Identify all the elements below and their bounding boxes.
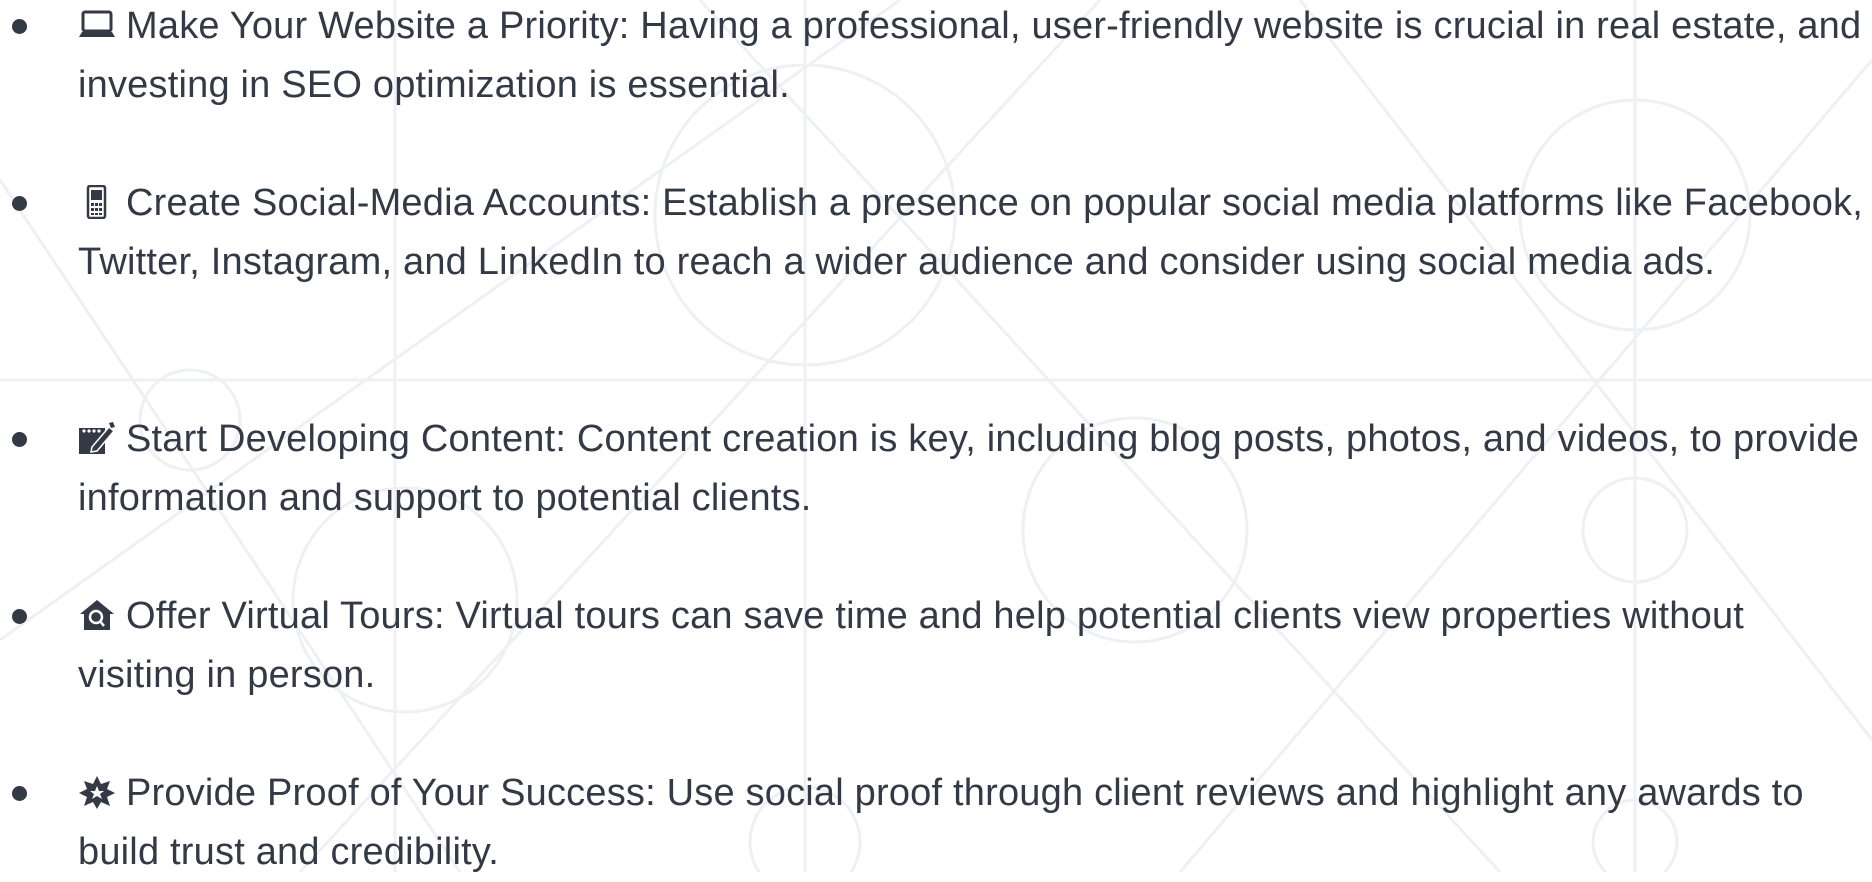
list-item-text: Make Your Website a Priority: Having a p… bbox=[78, 0, 1866, 115]
star-badge-icon bbox=[78, 775, 116, 809]
list-item-text: Provide Proof of Your Success: Use socia… bbox=[78, 764, 1866, 882]
laptop-icon bbox=[78, 8, 116, 42]
house-search-icon bbox=[78, 598, 116, 632]
tip-text: Offer Virtual Tours: Virtual tours can s… bbox=[78, 595, 1745, 696]
list-item-text: Offer Virtual Tours: Virtual tours can s… bbox=[78, 587, 1866, 705]
bullet-point bbox=[12, 786, 27, 801]
memo-pencil-icon bbox=[78, 421, 116, 455]
tip-text: Make Your Website a Priority: Having a p… bbox=[78, 5, 1862, 106]
tip-text: Start Developing Content: Content creati… bbox=[78, 418, 1860, 519]
tips-content: Make Your Website a Priority: Having a p… bbox=[0, 0, 1872, 873]
bullet-point bbox=[12, 432, 27, 447]
bullet-point bbox=[12, 196, 27, 211]
mobile-phone-icon bbox=[78, 185, 116, 219]
tip-text: Provide Proof of Your Success: Use socia… bbox=[78, 772, 1804, 873]
bullet-point bbox=[12, 19, 27, 34]
bullet-point bbox=[12, 609, 27, 624]
tip-text: Create Social-Media Accounts: Establish … bbox=[78, 182, 1864, 283]
list-item-text: Create Social-Media Accounts: Establish … bbox=[78, 174, 1866, 292]
list-item-text: Start Developing Content: Content creati… bbox=[78, 410, 1866, 528]
